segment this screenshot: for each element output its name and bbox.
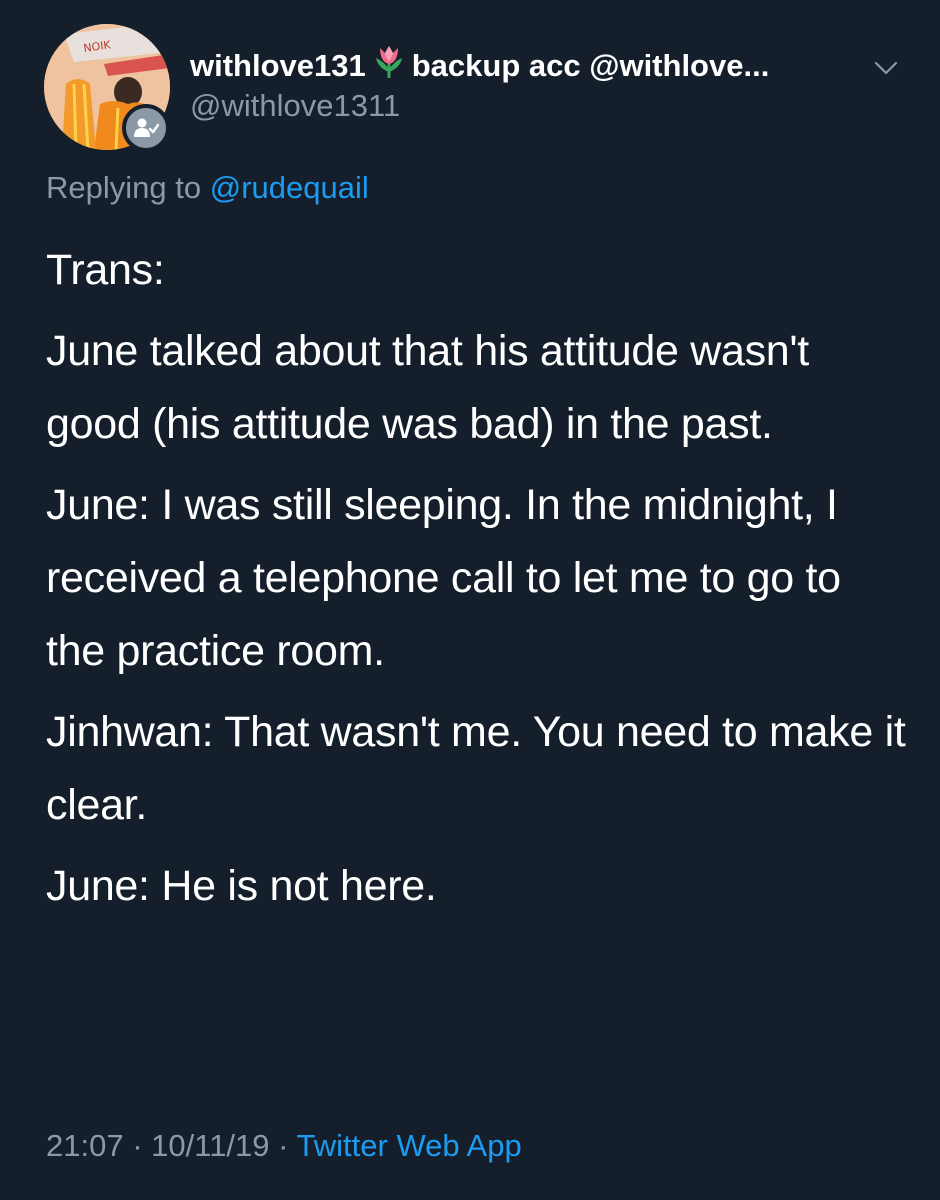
tulip-icon (372, 44, 406, 88)
tweet-date[interactable]: 10/11/19 (151, 1128, 269, 1163)
replying-to-label: Replying to (46, 170, 202, 205)
tweet-paragraph: June: I was still sleeping. In the midni… (46, 481, 841, 675)
avatar-container[interactable]: NOIK (44, 24, 170, 152)
user-handle[interactable]: @withlove1311 (190, 88, 400, 124)
replying-to: Replying to @rudequail (46, 170, 369, 206)
tweet-time[interactable]: 21:07 (46, 1128, 124, 1163)
user-check-icon (122, 104, 170, 152)
tweet-paragraph: Jinhwan: That wasn't me. You need to mak… (46, 708, 906, 829)
meta-separator: · (278, 1128, 289, 1163)
tweet: NOIK withlove131 backup acc @withlove...… (0, 0, 940, 1200)
tweet-body: Trans: June talked about that his attitu… (46, 234, 906, 931)
tweet-paragraph: June talked about that his attitude wasn… (46, 327, 809, 448)
tweet-meta: 21:07 · 10/11/19 · Twitter Web App (46, 1128, 522, 1164)
meta-separator: · (132, 1128, 143, 1163)
display-name-suffix[interactable]: backup acc @withlove... (412, 48, 770, 84)
display-name-row[interactable]: withlove131 backup acc @withlove... (190, 44, 769, 88)
chevron-down-icon[interactable] (872, 58, 900, 78)
tweet-paragraph: Trans: (46, 246, 165, 294)
display-name[interactable]: withlove131 (190, 48, 366, 84)
replying-to-mention[interactable]: @rudequail (210, 170, 369, 205)
source-app-link[interactable]: Twitter Web App (297, 1128, 522, 1163)
tweet-paragraph: June: He is not here. (46, 862, 437, 910)
